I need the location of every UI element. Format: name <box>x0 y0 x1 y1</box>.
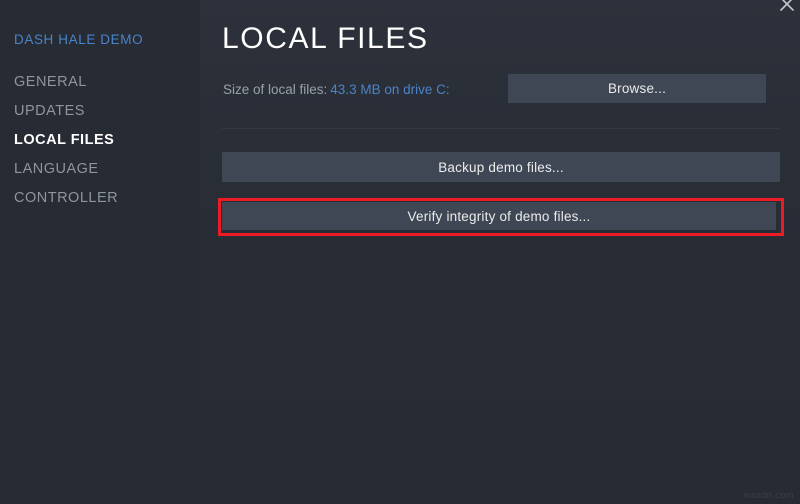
browse-button[interactable]: Browse... <box>508 74 766 103</box>
size-value: 43.3 MB on drive C: <box>330 82 450 97</box>
verify-button-highlight: Verify integrity of demo files... <box>218 198 784 236</box>
sidebar-nav: GENERAL UPDATES LOCAL FILES LANGUAGE CON… <box>14 68 194 213</box>
size-label: Size of local files: <box>223 82 328 97</box>
close-icon-glyph <box>780 0 794 11</box>
sidebar-game-title: DASH HALE DEMO <box>14 32 144 47</box>
sidebar-item-general[interactable]: GENERAL <box>14 68 194 97</box>
steam-game-properties-window: DASH HALE DEMO GENERAL UPDATES LOCAL FIL… <box>0 0 800 504</box>
sidebar: DASH HALE DEMO GENERAL UPDATES LOCAL FIL… <box>0 0 200 504</box>
watermark: wsxdn.com <box>743 490 794 501</box>
close-icon[interactable] <box>777 0 797 14</box>
sidebar-item-updates[interactable]: UPDATES <box>14 97 194 126</box>
backup-demo-files-button[interactable]: Backup demo files... <box>222 152 780 182</box>
sidebar-item-controller[interactable]: CONTROLLER <box>14 184 194 213</box>
section-divider <box>222 128 780 129</box>
page-title: LOCAL FILES <box>222 22 429 55</box>
verify-integrity-button[interactable]: Verify integrity of demo files... <box>222 202 776 230</box>
local-files-size-row: Size of local files: 43.3 MB on drive C: <box>223 82 450 97</box>
main-content-panel: LOCAL FILES Size of local files: 43.3 MB … <box>200 0 800 504</box>
sidebar-item-local-files[interactable]: LOCAL FILES <box>14 126 194 155</box>
sidebar-item-language[interactable]: LANGUAGE <box>14 155 194 184</box>
